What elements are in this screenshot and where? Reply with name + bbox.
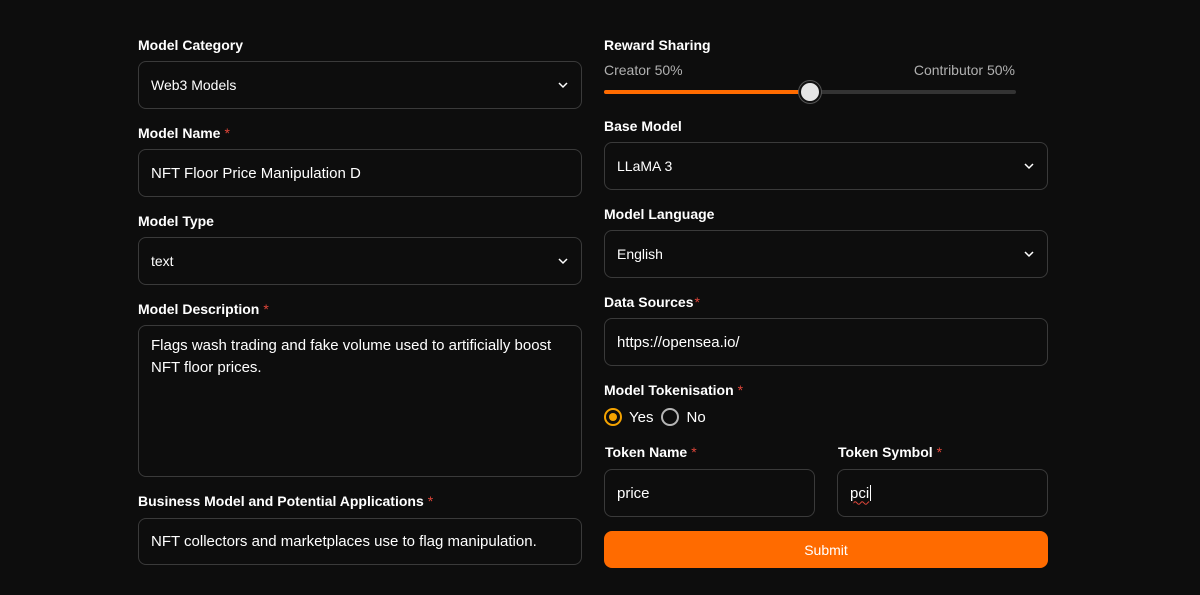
required-asterisk: * [263,301,269,317]
chevron-down-icon [1024,163,1034,170]
chevron-down-icon [558,82,568,89]
token-name-label: Token Name * [605,444,697,460]
required-asterisk: * [691,444,697,460]
slider-thumb[interactable] [799,81,821,103]
model-category-label-text: Model Category [138,37,244,53]
model-category-value: Web3 Models [151,77,237,93]
tokenisation-radio-group: Yes No [604,407,714,427]
token-name-value: price [617,484,650,502]
model-name-label: Model Name * [138,125,230,141]
required-asterisk: * [224,125,230,141]
data-sources-label-text: Data Sources [604,294,694,310]
tokenisation-option-yes[interactable]: Yes [604,408,653,426]
base-model-label: Base Model [604,118,682,134]
model-name-value: NFT Floor Price Manipulation D [151,164,361,182]
reward-sharing-slider[interactable] [604,81,1016,103]
base-model-value: LLaMA 3 [617,158,673,174]
model-type-label: Model Type [138,213,214,229]
token-name-label-text: Token Name [605,444,688,460]
reward-sharing-label: Reward Sharing [604,37,711,53]
reward-sharing-label-text: Reward Sharing [604,37,711,53]
radio-circle[interactable] [661,408,680,426]
submit-button[interactable]: Submit [604,531,1048,568]
business-model-input[interactable]: NFT collectors and marketplaces use to f… [138,518,582,565]
business-model-value: NFT collectors and marketplaces use to f… [151,533,537,550]
radio-circle[interactable] [604,408,622,426]
model-description-label-text: Model Description [138,301,260,317]
token-symbol-label-text: Token Symbol [838,444,933,460]
business-model-label-text: Business Model and Potential Application… [138,493,424,509]
model-language-value: English [617,246,663,262]
chevron-down-icon [558,258,568,265]
model-category-select[interactable]: Web3 Models [138,61,582,109]
model-description-label: Model Description * [138,301,269,317]
data-sources-label: Data Sources* [604,294,700,310]
radio-label: Yes [629,408,654,426]
base-model-label-text: Base Model [604,118,682,134]
model-language-label-text: Model Language [604,206,715,222]
token-symbol-field-content: pci [850,470,872,516]
chevron-down-icon [1024,251,1034,258]
model-type-select[interactable]: text [138,237,582,285]
model-tokenisation-label: Model Tokenisation * [604,382,743,398]
token-name-input[interactable]: price [604,469,815,517]
model-description-textarea[interactable]: Flags wash trading and fake volume used … [138,325,582,477]
model-tokenisation-label-text: Model Tokenisation [604,382,734,398]
model-type-label-text: Model Type [138,213,214,229]
data-sources-input[interactable]: https://opensea.io/ [604,318,1048,366]
model-category-label: Model Category [138,37,243,53]
model-language-label: Model Language [604,206,714,222]
radio-label: No [686,408,706,426]
model-description-value: Flags wash trading and fake volume used … [151,337,552,376]
contributor-share-caption: Contributor 50% [913,62,1015,78]
text-cursor [870,485,872,501]
required-asterisk: * [737,382,744,398]
tokenisation-option-no[interactable]: No [661,408,706,426]
model-name-input[interactable]: NFT Floor Price Manipulation D [138,149,582,197]
token-symbol-label: Token Symbol * [838,444,942,460]
model-type-value: text [151,253,174,269]
creator-share-caption: Creator 50% [604,62,683,78]
base-model-select[interactable]: LLaMA 3 [604,142,1048,190]
model-name-label-text: Model Name [138,125,221,141]
slider-fill [604,90,810,94]
model-language-select[interactable]: English [604,230,1048,278]
model-form: Model Category Web3 Models Model Name * N… [0,0,1200,595]
token-symbol-input[interactable]: pci [837,469,1048,517]
business-model-label: Business Model and Potential Application… [138,493,433,509]
required-asterisk: * [427,493,434,509]
token-symbol-value: pci [850,484,870,502]
required-asterisk: * [936,444,943,460]
data-sources-value: https://opensea.io/ [617,333,740,351]
required-asterisk: * [694,294,700,310]
